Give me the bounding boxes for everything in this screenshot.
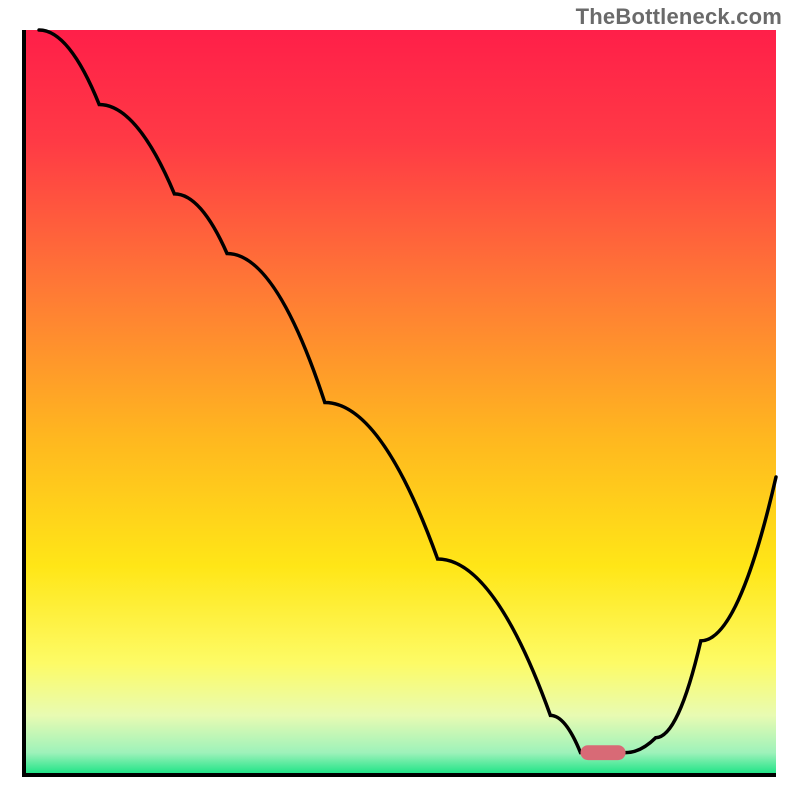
chart-background [24, 30, 776, 775]
optimal-marker [580, 745, 625, 760]
chart-svg [0, 0, 800, 800]
bottleneck-chart: TheBottleneck.com [0, 0, 800, 800]
plot-area [24, 30, 776, 775]
watermark-text: TheBottleneck.com [576, 4, 782, 30]
